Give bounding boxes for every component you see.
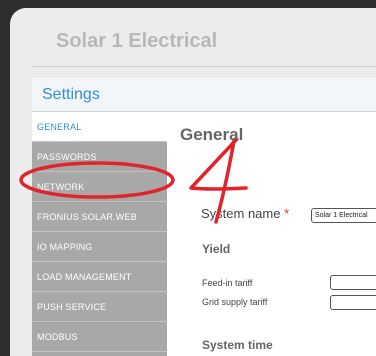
sidebar-item-fronius-solar-web[interactable]: FRONIUS SOLAR.WEB — [32, 202, 167, 232]
sidebar-item-load-management[interactable]: LOAD MANAGEMENT — [32, 262, 167, 292]
sidebar-item-network[interactable]: NETWORK — [32, 172, 167, 202]
sidebar-item-io-mapping[interactable]: IO MAPPING — [32, 232, 167, 262]
sidebar-item-general[interactable]: GENERAL — [32, 112, 167, 142]
section-title: General — [180, 125, 244, 144]
required-mark: * — [284, 206, 290, 221]
device-screen: Solar 1 Electrical Settings GENERAL PASS… — [10, 8, 376, 356]
system-name-input[interactable]: Solar 1 Electrical — [311, 208, 376, 223]
yield-heading: Yield — [202, 242, 231, 256]
sidebar-item-passwords[interactable]: PASSWORDS — [32, 142, 167, 172]
grid-supply-tariff-input[interactable]: 0 — [330, 295, 376, 310]
settings-content: General System name * Solar 1 Electrical… — [167, 112, 376, 356]
feed-in-tariff-input[interactable]: 0 — [330, 275, 376, 290]
settings-header-label: Settings — [42, 86, 100, 103]
settings-header: Settings — [32, 78, 376, 112]
title-divider — [32, 66, 376, 67]
feed-in-tariff-label: Feed-in tariff — [202, 278, 253, 288]
system-time-heading: System time — [202, 338, 273, 352]
sidebar-item-modbus[interactable]: MODBUS — [32, 322, 167, 352]
sidebar-item-push-service[interactable]: PUSH SERVICE — [32, 292, 167, 322]
settings-sidebar: GENERAL PASSWORDS NETWORK FRONIUS SOLAR.… — [32, 112, 167, 356]
grid-supply-tariff-label: Grid supply tariff — [202, 297, 268, 307]
system-name-label-text: System name — [201, 206, 281, 221]
system-name-label: System name * — [201, 206, 289, 221]
app-title: Solar 1 Electrical — [56, 30, 218, 52]
